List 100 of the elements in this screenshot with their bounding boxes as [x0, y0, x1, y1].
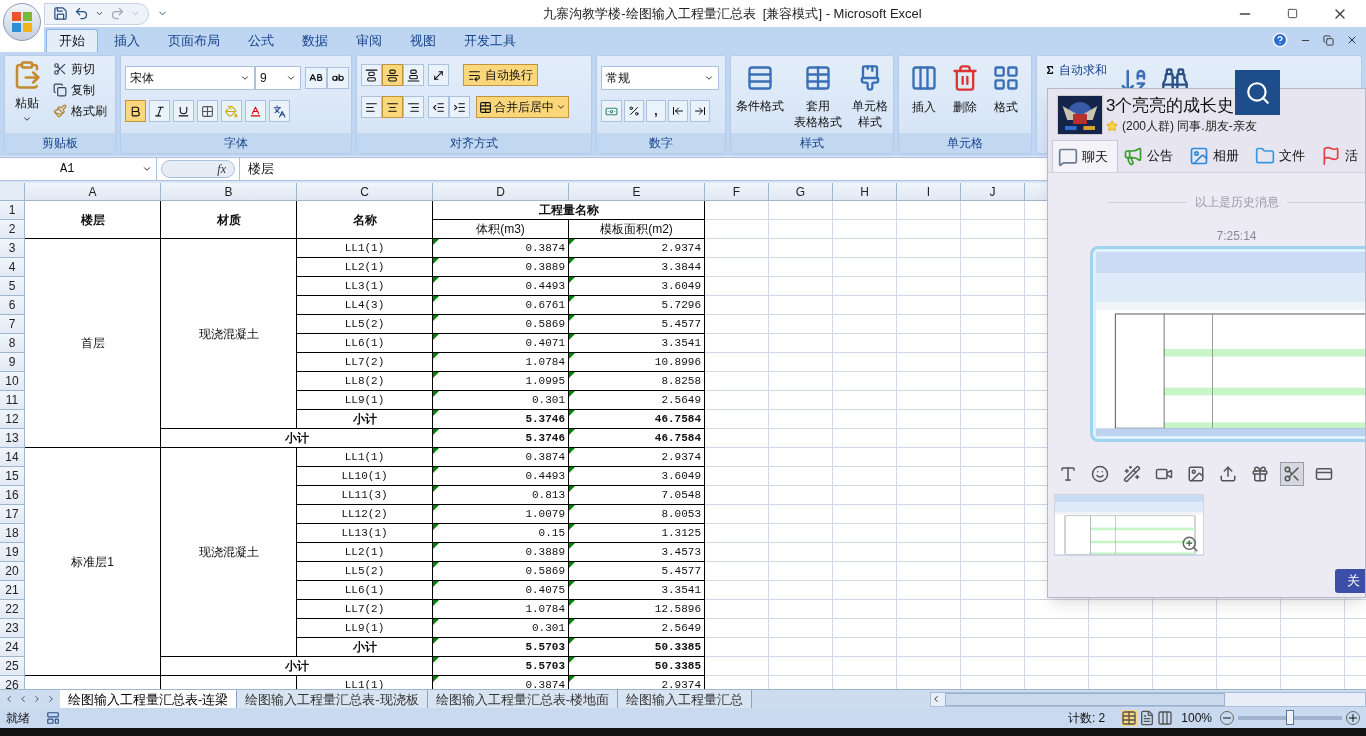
chat-tab[interactable]: 聊天: [1052, 140, 1118, 172]
row-header[interactable]: 22: [0, 600, 25, 619]
style-button[interactable]: 条件格式: [736, 64, 784, 133]
style-button[interactable]: 单元格 样式: [852, 64, 888, 133]
row-header[interactable]: 11: [0, 391, 25, 410]
column-header[interactable]: D: [433, 183, 569, 201]
row-header[interactable]: 19: [0, 543, 25, 562]
increase-indent-button[interactable]: [449, 96, 470, 118]
number-format-field[interactable]: 常规: [601, 66, 719, 90]
column-header[interactable]: H: [833, 183, 897, 201]
row-header[interactable]: 17: [0, 505, 25, 524]
zoom-slider-thumb[interactable]: [1286, 710, 1294, 725]
save-icon[interactable]: [53, 6, 68, 21]
fill-color-button[interactable]: [221, 100, 242, 122]
grow-font-button[interactable]: [305, 67, 327, 89]
column-header[interactable]: G: [769, 183, 833, 201]
search-button[interactable]: [1235, 70, 1280, 115]
border-button[interactable]: [197, 100, 218, 122]
horizontal-scrollbar[interactable]: [930, 691, 1366, 707]
ribbon-tab[interactable]: 数据: [290, 29, 340, 52]
row-header[interactable]: 2: [0, 220, 25, 239]
sheet-tab[interactable]: 绘图输入工程量汇总表-连梁: [60, 690, 238, 708]
row-header[interactable]: 15: [0, 467, 25, 486]
row-header[interactable]: 25: [0, 657, 25, 676]
column-header[interactable]: C: [297, 183, 433, 201]
chat-tab[interactable]: 活: [1316, 140, 1365, 172]
restore-icon[interactable]: [1323, 34, 1334, 46]
column-header[interactable]: B: [161, 183, 297, 201]
row-header[interactable]: 1: [0, 201, 25, 220]
zoom-level-text[interactable]: 100%: [1181, 709, 1212, 727]
row-header[interactable]: 26: [0, 676, 25, 689]
sheet-tab[interactable]: 绘图输入工程量汇总表-现浇板: [237, 690, 428, 708]
name-box[interactable]: A1: [0, 158, 157, 180]
send-button[interactable]: 关: [1335, 569, 1365, 593]
cut-button[interactable]: 剪切: [53, 60, 107, 78]
align-button[interactable]: [361, 64, 382, 86]
font-size-field[interactable]: 9: [255, 66, 301, 90]
orientation-button[interactable]: [428, 64, 449, 86]
row-header[interactable]: 10: [0, 372, 25, 391]
italic-button[interactable]: [149, 100, 170, 122]
ribbon-tab[interactable]: 插入: [102, 29, 152, 52]
close-icon[interactable]: [1346, 34, 1358, 46]
row-header[interactable]: 9: [0, 353, 25, 372]
row-header[interactable]: 14: [0, 448, 25, 467]
row-header[interactable]: 5: [0, 277, 25, 296]
office-button[interactable]: [3, 3, 41, 41]
style-button[interactable]: 套用 表格格式: [794, 64, 842, 133]
row-header[interactable]: 13: [0, 429, 25, 448]
column-header[interactable]: E: [569, 183, 705, 201]
paste-button[interactable]: 粘贴: [12, 60, 42, 112]
underline-button[interactable]: [173, 100, 194, 122]
undo-icon[interactable]: [74, 6, 89, 21]
align-button[interactable]: [382, 64, 403, 86]
percent-button[interactable]: [624, 100, 644, 122]
row-header[interactable]: 6: [0, 296, 25, 315]
macro-record-icon[interactable]: [46, 711, 60, 725]
normal-view-icon[interactable]: [1121, 710, 1138, 726]
help-icon[interactable]: [1272, 32, 1288, 48]
shrink-font-button[interactable]: [327, 67, 349, 89]
ribbon-tab[interactable]: 视图: [398, 29, 448, 52]
ribbon-tab[interactable]: 开始: [46, 29, 98, 52]
align-button[interactable]: [382, 96, 403, 118]
align-button[interactable]: [361, 96, 382, 118]
first-sheet-icon[interactable]: [4, 694, 14, 704]
align-button[interactable]: [403, 64, 424, 86]
restore-icon[interactable]: [1287, 8, 1298, 19]
column-header[interactable]: J: [961, 183, 1025, 201]
previous-sheet-icon[interactable]: [18, 694, 28, 704]
insert-function-button[interactable]: fx: [217, 160, 226, 178]
cells-button[interactable]: 删除: [951, 64, 979, 133]
phonetic-button[interactable]: [269, 100, 290, 122]
last-sheet-icon[interactable]: [46, 694, 56, 704]
row-header[interactable]: 3: [0, 239, 25, 258]
chat-tab[interactable]: 文件: [1250, 140, 1316, 172]
column-header[interactable]: A: [25, 183, 161, 201]
chat-tab[interactable]: 相册: [1184, 140, 1250, 172]
row-header[interactable]: 21: [0, 581, 25, 600]
row-header[interactable]: 18: [0, 524, 25, 543]
page-break-icon[interactable]: [1157, 710, 1174, 726]
wrap-text-button[interactable]: 自动换行: [463, 64, 538, 86]
row-header[interactable]: 8: [0, 334, 25, 353]
row-header[interactable]: 4: [0, 258, 25, 277]
row-header[interactable]: 12: [0, 410, 25, 429]
sheet-tab[interactable]: 绘图输入工程量汇总: [618, 690, 753, 708]
format-painter-button[interactable]: 格式刷: [53, 102, 107, 120]
font-name-field[interactable]: 宋体: [125, 66, 255, 90]
ribbon-tab[interactable]: 审阅: [344, 29, 394, 52]
bold-button[interactable]: [125, 100, 146, 122]
ribbon-tab[interactable]: 页面布局: [156, 29, 232, 52]
ribbon-tab[interactable]: 公式: [236, 29, 286, 52]
copy-button[interactable]: 复制: [53, 81, 107, 99]
row-header[interactable]: 7: [0, 315, 25, 334]
align-button[interactable]: [403, 96, 424, 118]
comma-button[interactable]: ,: [646, 100, 666, 122]
row-header[interactable]: 24: [0, 638, 25, 657]
increase-decimal-button[interactable]: [668, 100, 688, 122]
row-header[interactable]: 20: [0, 562, 25, 581]
merge-center-button[interactable]: 合并后居中: [476, 96, 569, 118]
cells-button[interactable]: 插入: [909, 64, 938, 133]
zoom-in-icon[interactable]: [1346, 711, 1360, 725]
